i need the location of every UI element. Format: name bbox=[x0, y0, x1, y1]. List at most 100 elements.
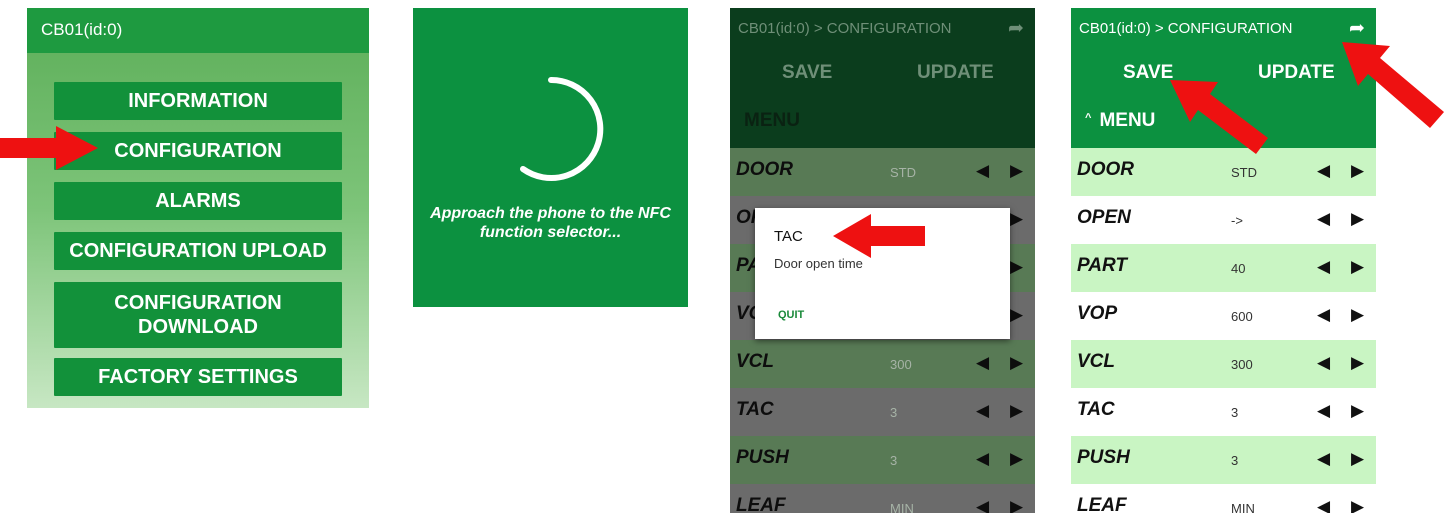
decrease-arrow-icon[interactable]: ◀ bbox=[1317, 257, 1330, 277]
config-row: LEAF MIN ◀ ▶ bbox=[1071, 484, 1376, 513]
param-name: OPEN bbox=[1077, 207, 1131, 228]
config-row: DOOR STD ◀ ▶ bbox=[730, 148, 1035, 196]
menu-label: MENU bbox=[1099, 110, 1156, 131]
config-row: PART 40 ◀ ▶ bbox=[1071, 244, 1376, 292]
screenshot-collage: CB01(id:0) INFORMATION CONFIGURATION ALA… bbox=[0, 0, 1450, 513]
increase-arrow-icon[interactable]: ▶ bbox=[1351, 161, 1364, 181]
decrease-arrow-icon[interactable]: ◀ bbox=[1317, 497, 1330, 513]
dialog-title: TAC bbox=[774, 228, 803, 245]
breadcrumb: CB01(id:0) > CONFIGURATION bbox=[738, 20, 952, 37]
param-name: DOOR bbox=[1077, 159, 1134, 180]
decrease-arrow-icon[interactable]: ◀ bbox=[976, 449, 989, 469]
increase-arrow-icon[interactable]: ▶ bbox=[1010, 209, 1023, 229]
increase-arrow-icon[interactable]: ▶ bbox=[1351, 257, 1364, 277]
increase-arrow-icon[interactable]: ▶ bbox=[1010, 353, 1023, 373]
increase-arrow-icon[interactable]: ▶ bbox=[1010, 257, 1023, 277]
param-name: VCL bbox=[736, 351, 774, 372]
save-button[interactable]: SAVE bbox=[1123, 62, 1173, 84]
annotation-arrow-icon bbox=[1342, 42, 1444, 128]
param-value: STD bbox=[1231, 165, 1257, 180]
decrease-arrow-icon[interactable]: ◀ bbox=[976, 497, 989, 513]
param-name: PART bbox=[1077, 255, 1127, 276]
factory-settings-button[interactable]: FACTORY SETTINGS bbox=[54, 358, 342, 396]
param-value: 3 bbox=[890, 405, 898, 420]
param-name: LEAF bbox=[736, 495, 786, 513]
param-value: 40 bbox=[1231, 261, 1246, 276]
increase-arrow-icon[interactable]: ▶ bbox=[1010, 401, 1023, 421]
menu-section-header[interactable]: MENU bbox=[744, 110, 800, 132]
configuration-upload-button[interactable]: CONFIGURATION UPLOAD bbox=[54, 232, 342, 270]
param-name: PUSH bbox=[736, 447, 789, 468]
param-value: 3 bbox=[1231, 453, 1239, 468]
param-name: TAC bbox=[1077, 399, 1115, 420]
increase-arrow-icon[interactable]: ▶ bbox=[1351, 209, 1364, 229]
param-value: -> bbox=[1231, 213, 1243, 228]
app-bar-title: CB01(id:0) bbox=[41, 20, 123, 39]
param-name: PUSH bbox=[1077, 447, 1130, 468]
decrease-arrow-icon[interactable]: ◀ bbox=[1317, 305, 1330, 325]
update-button[interactable]: UPDATE bbox=[917, 62, 994, 84]
param-name: VCL bbox=[1077, 351, 1115, 372]
nfc-approach-message: Approach the phone to the NFC function s… bbox=[430, 205, 671, 241]
config-row: LEAF MIN ◀ ▶ bbox=[730, 484, 1035, 513]
dialog-description: Door open time bbox=[774, 256, 863, 271]
increase-arrow-icon[interactable]: ▶ bbox=[1010, 161, 1023, 181]
config-row: VCL 300 ◀ ▶ bbox=[730, 340, 1035, 388]
increase-arrow-icon[interactable]: ▶ bbox=[1010, 449, 1023, 469]
config-rows: DOOR STD ◀ ▶ OPEN -> ◀ ▶ PART 40 ◀ ▶ VOP 600 ◀ ▶ VCL… bbox=[1071, 148, 1376, 513]
param-value: 3 bbox=[1231, 405, 1239, 420]
share-icon[interactable]: ➦ bbox=[1349, 17, 1365, 40]
config-row: TAC 3 ◀ ▶ bbox=[730, 388, 1035, 436]
decrease-arrow-icon[interactable]: ◀ bbox=[1317, 209, 1330, 229]
param-value: 300 bbox=[1231, 357, 1253, 372]
loading-spinner-icon bbox=[520, 76, 604, 181]
menu-section-header[interactable]: ^ MENU bbox=[1085, 110, 1155, 132]
config-row: OPEN -> ◀ ▶ bbox=[1071, 196, 1376, 244]
config-row: PUSH 3 ◀ ▶ bbox=[730, 436, 1035, 484]
decrease-arrow-icon[interactable]: ◀ bbox=[1317, 449, 1330, 469]
configuration-screen-dialog: CB01(id:0) > CONFIGURATION ➦ SAVE UPDATE… bbox=[730, 8, 1035, 513]
config-row: TAC 3 ◀ ▶ bbox=[1071, 388, 1376, 436]
configuration-download-button[interactable]: CONFIGURATION DOWNLOAD bbox=[54, 282, 342, 348]
increase-arrow-icon[interactable]: ▶ bbox=[1351, 401, 1364, 421]
decrease-arrow-icon[interactable]: ◀ bbox=[1317, 401, 1330, 421]
nfc-loading-screen: Approach the phone to the NFC function s… bbox=[413, 8, 688, 307]
increase-arrow-icon[interactable]: ▶ bbox=[1010, 305, 1023, 325]
decrease-arrow-icon[interactable]: ◀ bbox=[976, 401, 989, 421]
share-icon[interactable]: ➦ bbox=[1008, 17, 1024, 40]
param-value: 600 bbox=[1231, 309, 1253, 324]
annotation-arrow-icon bbox=[0, 126, 98, 170]
config-row: PUSH 3 ◀ ▶ bbox=[1071, 436, 1376, 484]
param-name: LEAF bbox=[1077, 495, 1127, 513]
quit-button[interactable]: QUIT bbox=[778, 309, 804, 321]
config-row: VCL 300 ◀ ▶ bbox=[1071, 340, 1376, 388]
decrease-arrow-icon[interactable]: ◀ bbox=[1317, 353, 1330, 373]
increase-arrow-icon[interactable]: ▶ bbox=[1351, 497, 1364, 513]
menu-label: MENU bbox=[744, 110, 800, 131]
param-value: 300 bbox=[890, 357, 912, 372]
information-button[interactable]: INFORMATION bbox=[54, 82, 342, 120]
app-bar: CB01(id:0) bbox=[27, 8, 369, 53]
increase-arrow-icon[interactable]: ▶ bbox=[1351, 449, 1364, 469]
alarms-button[interactable]: ALARMS bbox=[54, 182, 342, 220]
config-row: VOP 600 ◀ ▶ bbox=[1071, 292, 1376, 340]
annotation-arrow-icon bbox=[1170, 80, 1268, 154]
param-name: DOOR bbox=[736, 159, 793, 180]
param-name: VOP bbox=[1077, 303, 1118, 324]
param-value: MIN bbox=[1231, 501, 1255, 513]
breadcrumb: CB01(id:0) > CONFIGURATION bbox=[1079, 20, 1293, 37]
increase-arrow-icon[interactable]: ▶ bbox=[1351, 353, 1364, 373]
param-value: 3 bbox=[890, 453, 898, 468]
decrease-arrow-icon[interactable]: ◀ bbox=[976, 353, 989, 373]
decrease-arrow-icon[interactable]: ◀ bbox=[976, 161, 989, 181]
param-value: MIN bbox=[890, 501, 914, 513]
annotation-arrow-icon bbox=[833, 214, 925, 258]
increase-arrow-icon[interactable]: ▶ bbox=[1010, 497, 1023, 513]
decrease-arrow-icon[interactable]: ◀ bbox=[1317, 161, 1330, 181]
main-menu-screen: CB01(id:0) INFORMATION CONFIGURATION ALA… bbox=[27, 8, 369, 408]
chevron-up-icon: ^ bbox=[1085, 112, 1092, 124]
save-button[interactable]: SAVE bbox=[782, 62, 832, 84]
config-header: CB01(id:0) > CONFIGURATION ➦ SAVE UPDATE… bbox=[730, 8, 1035, 148]
param-name: TAC bbox=[736, 399, 774, 420]
increase-arrow-icon[interactable]: ▶ bbox=[1351, 305, 1364, 325]
